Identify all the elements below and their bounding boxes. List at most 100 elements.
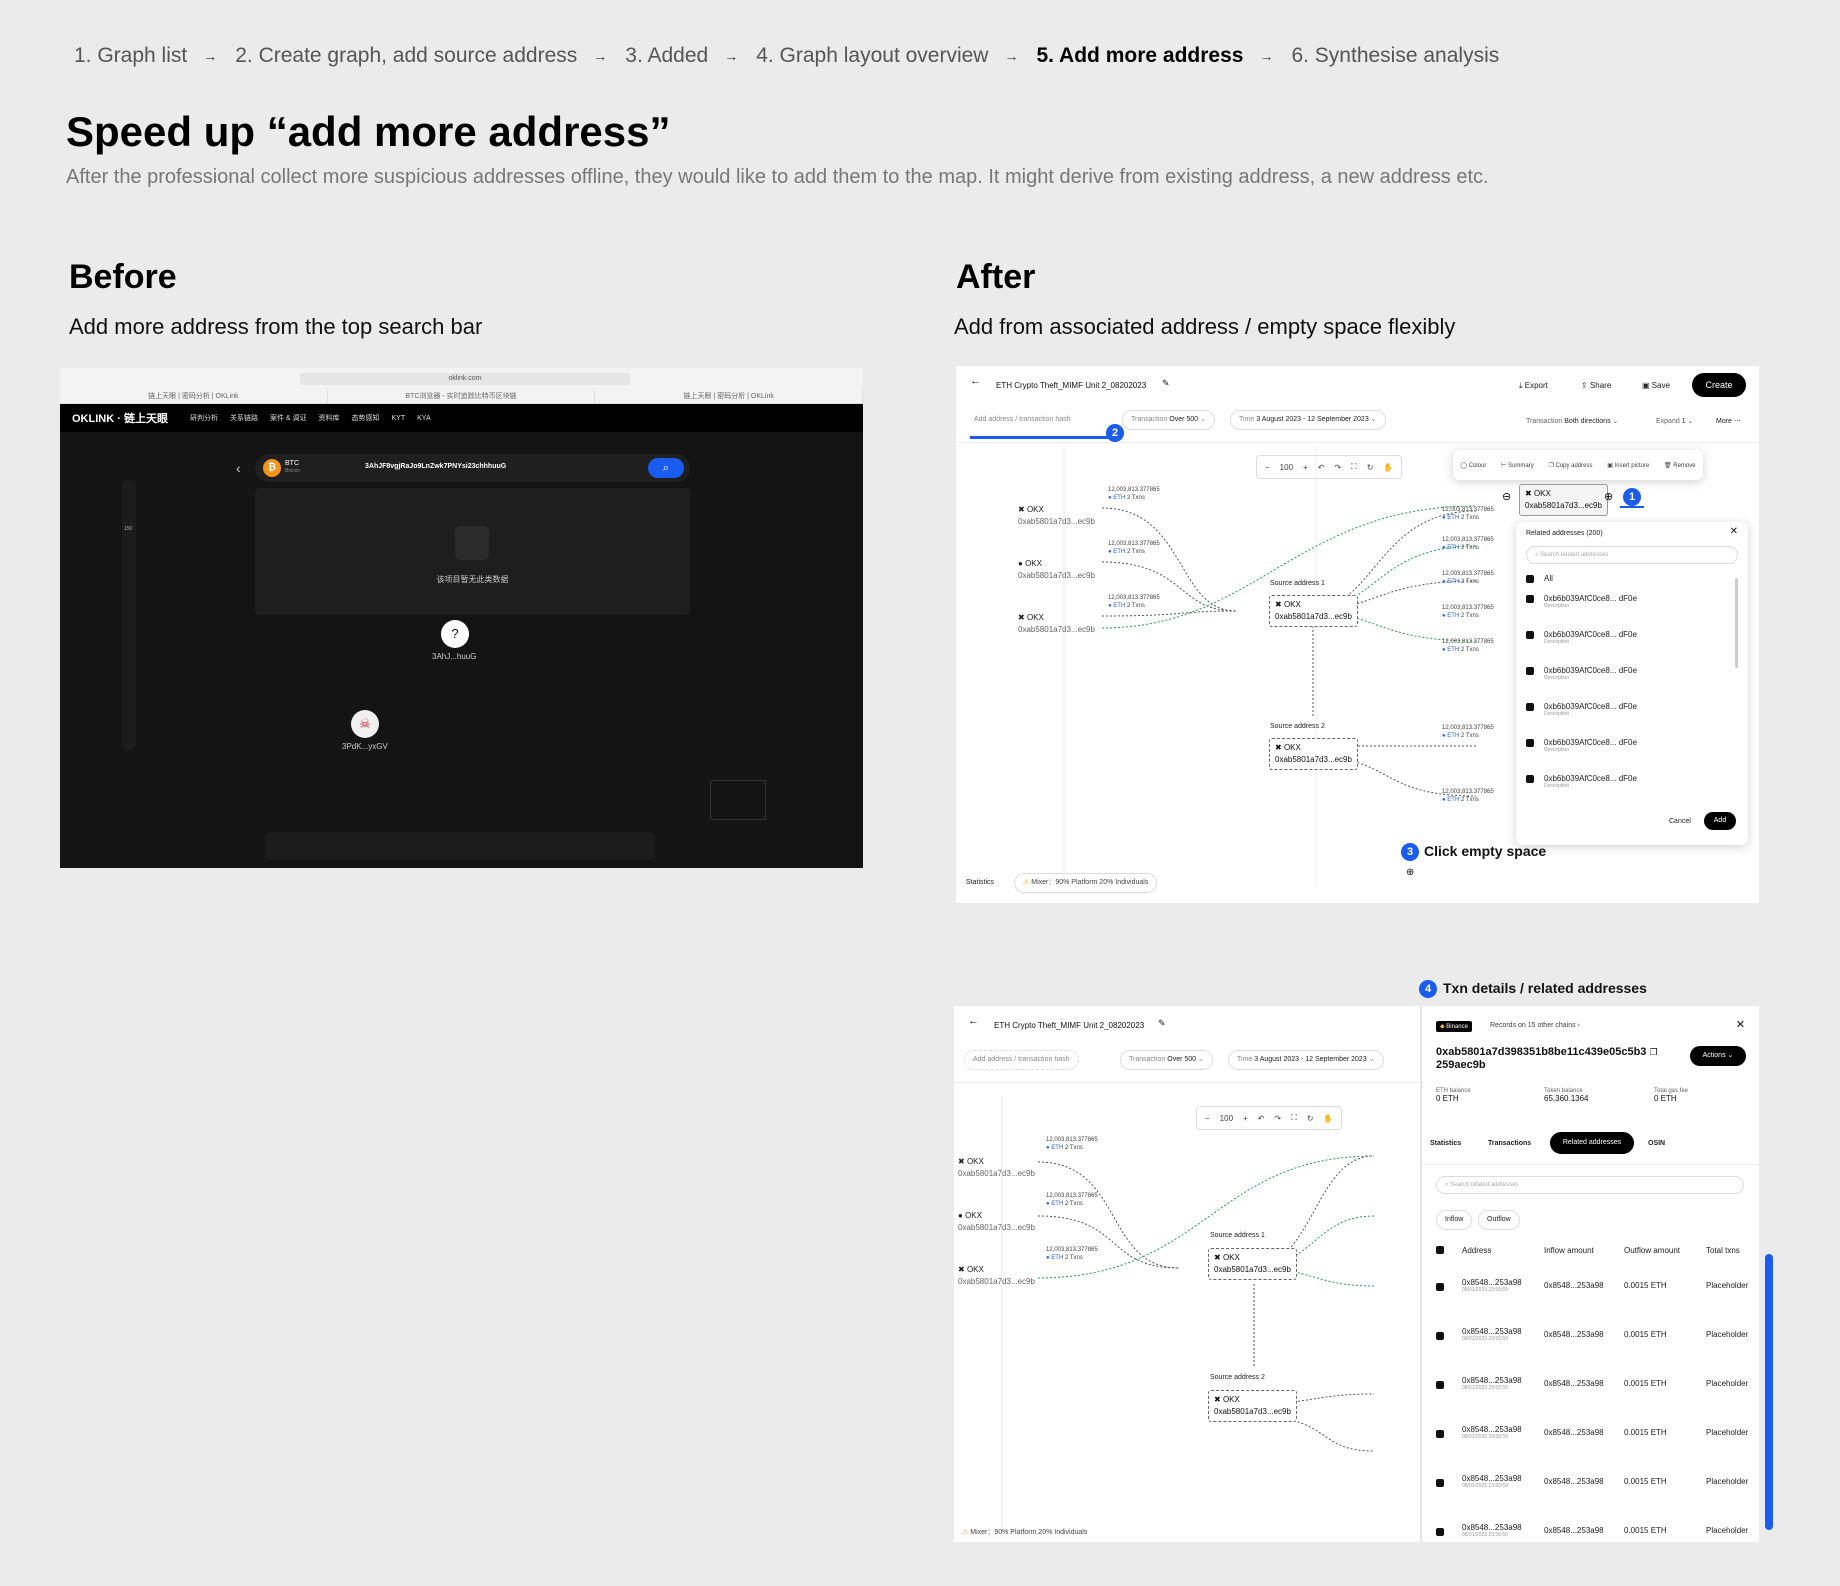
graph-toolbar[interactable]: 150 [122,480,136,750]
nav-item[interactable]: 研判分析 [190,413,218,423]
table-header: Address Inflow amount Outflow amount Tot… [1436,1246,1752,1278]
statistics-label[interactable]: Statistics [966,879,994,886]
nav-item[interactable]: 关系链路 [230,413,258,423]
related-item[interactable]: 0xb6b039AfC0ce8... dF0e Description [1526,630,1637,645]
column-header[interactable]: Inflow amount [1544,1246,1624,1278]
table-row[interactable]: 0x8548...253a98 08/01/2023 23:59:59 0x854… [1436,1425,1752,1474]
step-2[interactable]: 2. Create graph, add source address [235,44,577,68]
row-outflow: 0.0015 ETH [1624,1477,1667,1486]
row-outflow: 0.0015 ETH [1624,1526,1667,1535]
tab-statistics[interactable]: Statistics [1430,1140,1461,1147]
browser-tab[interactable]: 链上天眼 | 密码分析 | OKLink [60,390,328,404]
step-4[interactable]: 4. Graph layout overview [756,44,988,68]
related-search-input[interactable]: ⌕ Search related addresses [1526,546,1738,564]
add-button[interactable]: Add [1704,812,1736,830]
column-header[interactable]: Address [1462,1246,1544,1278]
graph-node[interactable]: ● OKX 0xab5801a7d3...ec9b [1018,558,1095,582]
step-5[interactable]: 5. Add more address [1036,44,1243,68]
related-search-input[interactable]: ⌕ Search related addresses [1436,1176,1744,1194]
source-node-1[interactable]: ✖ OKX 0xab5801a7d3...ec9b [1269,595,1358,627]
oklink-logo[interactable]: OKLINK · 链上天眼 [72,410,168,426]
close-icon[interactable]: ✕ [1736,1018,1745,1031]
tab-osin[interactable]: OSIN [1648,1140,1665,1147]
outflow-filter[interactable]: Outflow [1478,1210,1520,1230]
search-input-value[interactable]: 3AhJF8vgjRaJo9LnZwk7PNYsi23chhhuuG [365,463,506,470]
related-item[interactable]: 0xb6b039AfC0ce8... dF0e Description [1526,774,1637,789]
empty-search-icon [455,526,489,560]
divider [1422,1164,1759,1165]
minimap[interactable] [710,780,766,820]
table-row[interactable]: 0x8548...253a98 08/01/2023 23:59:59 0x854… [1436,1474,1752,1523]
related-item[interactable]: 0xb6b039AfC0ce8... dF0e Description [1526,666,1637,681]
graph-node[interactable]: ✖ OKX 0xab5801a7d3...ec9b [1018,612,1095,636]
nav-item[interactable]: 态势感知 [352,413,380,423]
row-checkbox[interactable] [1436,1430,1444,1438]
related-item[interactable]: 0xb6b039AfC0ce8... dF0e Description [1526,738,1637,753]
graph-node[interactable]: ● OKX 0xab5801a7d3...ec9b [958,1210,1035,1234]
row-checkbox[interactable] [1436,1381,1444,1389]
source-node-1[interactable]: ✖ OKX 0xab5801a7d3...ec9b [1208,1248,1297,1280]
bottom-toolbar[interactable] [265,832,655,860]
scrollbar[interactable] [1765,1254,1773,1530]
colour-menu-item[interactable]: ◯ Colour [1460,462,1486,469]
select-all-checkbox[interactable] [1436,1246,1444,1254]
nav-item[interactable]: KYA [417,415,431,422]
exchange-badge: ◆ Binance [1436,1021,1472,1032]
edge-label: 12,003,813.377865 ● ETH 2 Txns [1442,639,1494,653]
top-search-bar[interactable]: ₿ BTC Bitcoin 3AhJF8vgjRaJo9LnZwk7PNYsi23… [255,454,690,482]
step-1[interactable]: 1. Graph list [74,44,187,68]
edge-label: 12,003,813.377865 ● ETH 2 Txns [1108,595,1160,609]
summary-menu-item[interactable]: ⊢ Summary [1501,462,1534,469]
url-bar[interactable]: oklink.com [300,373,630,385]
remove-menu-item[interactable]: 🗑 Remove [1664,462,1696,469]
graph-node[interactable]: ✖ OKX 0xab5801a7d3...ec9b [958,1264,1035,1288]
row-checkbox[interactable] [1436,1283,1444,1291]
row-address: 0x8548...253a98 08/01/2023 23:59:59 [1462,1327,1522,1342]
select-all-checkbox[interactable]: All [1526,574,1553,583]
nav-item[interactable]: 案件 & 调证 [270,413,307,423]
step-6[interactable]: 6. Synthesise analysis [1291,44,1499,68]
records-link[interactable]: Records on 15 other chains › [1490,1022,1580,1029]
table-row[interactable]: 0x8548...253a98 08/01/2023 23:59:59 0x854… [1436,1376,1752,1425]
column-header[interactable]: Total txns [1706,1246,1752,1278]
browser-tab[interactable]: 链上天眼 | 密码分析 | OKLink [595,390,863,404]
graph-node[interactable]: ✖ OKX 0xab5801a7d3...ec9b [1018,504,1095,528]
expand-right-icon[interactable]: ⊕ [1604,490,1613,503]
bitcoin-icon: ₿ [263,459,281,477]
browser-tab[interactable]: BTC浏览器 - 实时追踪比特币区块链 [328,390,596,404]
nav-item[interactable]: KYT [392,415,406,422]
close-icon[interactable]: ✕ [1730,526,1738,537]
question-node-icon[interactable]: ? [441,620,469,648]
row-checkbox[interactable] [1436,1528,1444,1536]
insert-picture-menu-item[interactable]: ▣ Insert picture [1607,462,1649,469]
table-row[interactable]: 0x8548...253a98 08/01/2023 23:59:59 0x854… [1436,1278,1752,1327]
step-3[interactable]: 3. Added [625,44,708,68]
table-row[interactable]: 0x8548...253a98 08/01/2023 23:59:59 0x854… [1436,1523,1752,1542]
back-icon[interactable]: ‹ [236,460,241,476]
source-node-2[interactable]: ✖ OKX 0xab5801a7d3...ec9b [1208,1390,1297,1422]
source-node-2[interactable]: ✖ OKX 0xab5801a7d3...ec9b [1269,738,1358,770]
search-button[interactable]: ⌕ [648,458,684,478]
nav-item[interactable]: 资料库 [319,413,340,423]
related-item[interactable]: 0xb6b039AfC0ce8... dF0e Description [1526,594,1637,609]
copy-icon[interactable]: ❐ [1649,1047,1657,1057]
inflow-filter[interactable]: Inflow [1436,1210,1473,1230]
actions-button[interactable]: Actions ⌄ [1690,1046,1746,1066]
scrollbar[interactable] [1735,578,1738,668]
row-checkbox[interactable] [1436,1479,1444,1487]
expand-left-icon[interactable]: ⊖ [1502,490,1511,503]
selected-node[interactable]: ✖ OKX 0xab5801a7d3...ec9b [1519,484,1608,516]
cancel-button[interactable]: Cancel [1669,818,1691,825]
related-item[interactable]: 0xb6b039AfC0ce8... dF0e Description [1526,702,1637,717]
table-row[interactable]: 0x8548...253a98 08/01/2023 23:59:59 0x854… [1436,1327,1752,1376]
skull-node-icon[interactable]: ☠ [351,710,379,738]
search-dropdown: 该项目暂无此类数据 [255,488,690,615]
tab-related-addresses[interactable]: Related addresses [1550,1132,1634,1154]
column-header[interactable]: Outflow amount [1624,1246,1706,1278]
tab-transactions[interactable]: Transactions [1488,1140,1531,1147]
copy-address-menu-item[interactable]: ❐ Copy address [1548,462,1592,469]
row-checkbox[interactable] [1436,1332,1444,1340]
add-node-icon[interactable]: ⊕ [1406,867,1414,878]
graph-node[interactable]: ✖ OKX 0xab5801a7d3...ec9b [958,1156,1035,1180]
row-inflow: 0x8548...253a98 [1544,1379,1604,1388]
